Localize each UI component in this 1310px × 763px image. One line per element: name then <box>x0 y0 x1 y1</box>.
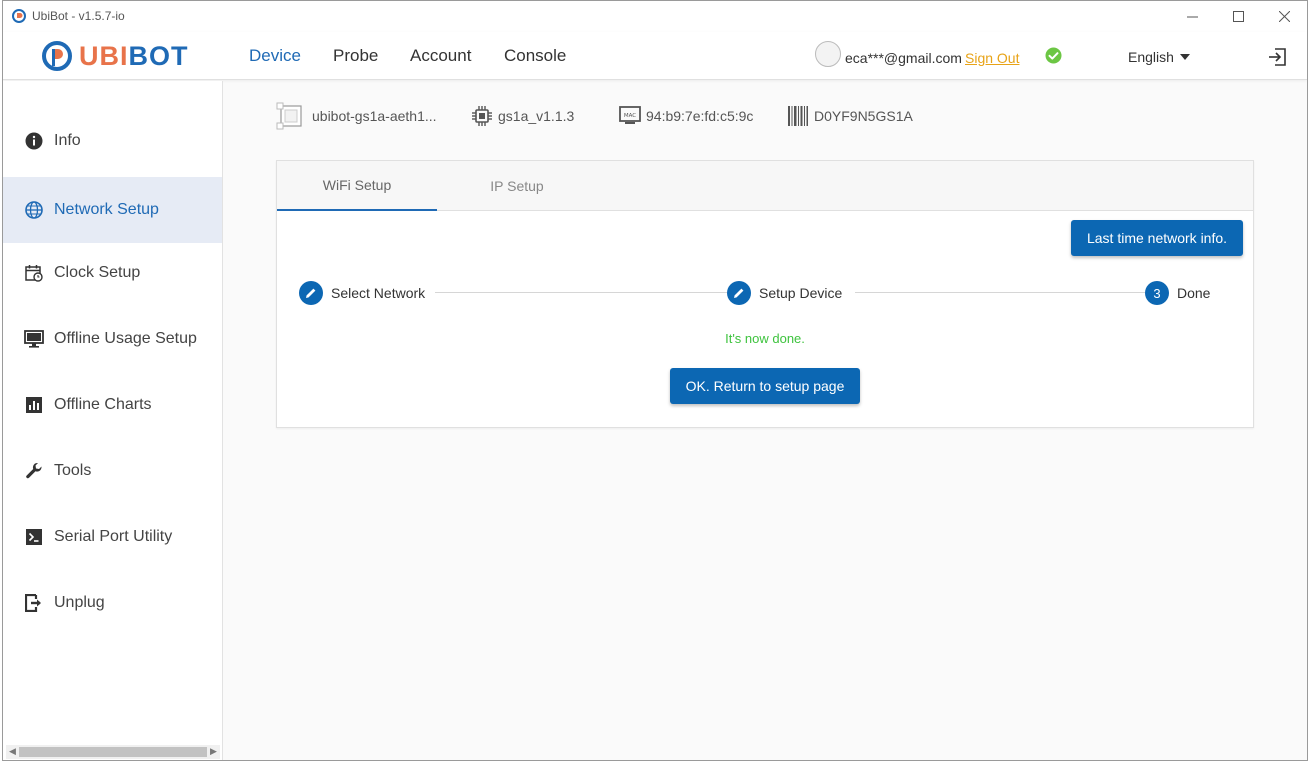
last-network-info-button[interactable]: Last time network info. <box>1071 220 1243 256</box>
sidebar-item-offline-charts[interactable]: Offline Charts <box>3 372 222 438</box>
sidebar-item-label: Offline Charts <box>54 396 152 413</box>
app-window: UbiBot - v1.5.7-io UBIBOT Device Probe A… <box>2 0 1308 761</box>
scroll-right-arrow-icon[interactable]: ▶ <box>210 746 217 757</box>
network-setup-card: WiFi Setup IP Setup Last time network in… <box>276 160 1254 428</box>
caret-down-icon <box>1179 54 1190 60</box>
device-name: ubibot-gs1a-aeth1... <box>312 108 437 124</box>
sidebar-item-tools[interactable]: Tools <box>3 438 222 504</box>
sidebar: Info Network Setup Clock Setup Offline U… <box>3 81 223 760</box>
minimize-button[interactable] <box>1172 5 1212 27</box>
scroll-left-arrow-icon[interactable]: ◀ <box>9 746 16 757</box>
serial-number: D0YF9N5GS1A <box>814 108 913 124</box>
language-select[interactable]: English <box>1128 49 1190 65</box>
maximize-icon <box>1232 10 1244 22</box>
close-button[interactable] <box>1264 5 1304 27</box>
ubibot-logo[interactable]: UBIBOT <box>41 38 189 74</box>
pencil-icon <box>727 281 751 305</box>
globe-icon <box>24 200 44 220</box>
user-email: eca***@gmail.com <box>845 50 962 66</box>
done-message: It's now done. <box>725 331 805 346</box>
device-name-field: ubibot-gs1a-aeth1... <box>275 98 437 134</box>
device-sensor-icon <box>276 102 302 130</box>
setup-stepper: Select Network Setup Device 3 Done <box>299 279 1219 307</box>
info-icon <box>24 131 44 151</box>
sidebar-item-label: Network Setup <box>54 201 159 218</box>
sidebar-item-info[interactable]: Info <box>3 108 222 174</box>
user-avatar[interactable] <box>815 41 841 67</box>
setup-tabs: WiFi Setup IP Setup <box>277 161 1253 211</box>
sidebar-item-label: Unplug <box>54 594 105 611</box>
nav-probe[interactable]: Probe <box>333 46 378 66</box>
connected-check-icon <box>1045 47 1062 64</box>
ubibot-logo-icon <box>42 41 72 71</box>
scrollbar-thumb[interactable] <box>19 747 207 757</box>
step-connector <box>855 292 1145 293</box>
barcode-icon <box>788 106 808 126</box>
mac-field: MAC 94:b9:7e:fd:c5:9c <box>619 98 753 134</box>
device-info-strip: ubibot-gs1a-aeth1... gs1a_v1.1.3 MAC 94:… <box>275 98 975 134</box>
step-label: Setup Device <box>759 285 843 301</box>
unplug-icon <box>24 593 44 613</box>
minimize-icon <box>1186 16 1198 17</box>
maximize-button[interactable] <box>1218 5 1258 27</box>
mac-address-icon: MAC <box>619 106 641 124</box>
step-select-network: Select Network <box>299 279 425 307</box>
pencil-icon <box>299 281 323 305</box>
sidebar-item-unplug[interactable]: Unplug <box>3 570 222 636</box>
sidebar-item-label: Serial Port Utility <box>54 528 173 545</box>
sidebar-item-label: Offline Usage Setup <box>54 330 197 347</box>
sidebar-item-clock-setup[interactable]: Clock Setup <box>3 240 222 306</box>
wrench-icon <box>24 461 44 481</box>
return-to-setup-button[interactable]: OK. Return to setup page <box>670 368 860 404</box>
firmware-version: gs1a_v1.1.3 <box>498 108 575 124</box>
mac-badge: MAC <box>624 113 636 119</box>
sidebar-item-label: Info <box>54 132 81 149</box>
close-icon <box>1278 10 1290 22</box>
terminal-icon <box>24 527 44 547</box>
language-label: English <box>1128 49 1174 65</box>
logo-wordmark-ubi: UBI <box>79 40 129 71</box>
sidebar-item-offline-usage-setup[interactable]: Offline Usage Setup <box>3 306 222 372</box>
firmware-field: gs1a_v1.1.3 <box>471 98 574 134</box>
tab-ip-setup[interactable]: IP Setup <box>437 161 597 211</box>
app-logo-icon <box>12 9 26 23</box>
exit-icon[interactable] <box>1266 46 1288 68</box>
sidebar-item-network-setup[interactable]: Network Setup <box>3 177 222 243</box>
step-number: 3 <box>1145 281 1169 305</box>
monitor-icon <box>24 329 44 349</box>
logo-wordmark-bot: BOT <box>128 40 189 71</box>
bar-chart-icon <box>24 395 44 415</box>
sidebar-item-label: Clock Setup <box>54 264 141 281</box>
sidebar-item-label: Tools <box>54 462 92 479</box>
nav-console[interactable]: Console <box>504 46 566 66</box>
mac-address: 94:b9:7e:fd:c5:9c <box>646 108 754 124</box>
step-label: Done <box>1177 285 1211 301</box>
nav-device[interactable]: Device <box>249 46 301 66</box>
horizontal-scrollbar[interactable]: ◀ ▶ <box>6 745 220 759</box>
step-label: Select Network <box>331 285 426 301</box>
step-done: 3 Done <box>1145 279 1210 307</box>
sidebar-item-serial-port-utility[interactable]: Serial Port Utility <box>3 504 222 570</box>
step-connector <box>435 292 727 293</box>
title-bar: UbiBot - v1.5.7-io <box>3 1 1307 32</box>
sign-out-link[interactable]: Sign Out <box>965 50 1019 66</box>
nav-account[interactable]: Account <box>410 46 471 66</box>
chip-icon <box>472 106 492 126</box>
step-setup-device: Setup Device <box>727 279 842 307</box>
window-title: UbiBot - v1.5.7-io <box>32 9 125 23</box>
app-header: UBIBOT Device Probe Account Console eca*… <box>3 32 1307 80</box>
tab-wifi-setup[interactable]: WiFi Setup <box>277 161 437 211</box>
logo-wordmark: UBIBOT <box>79 41 189 72</box>
calendar-clock-icon <box>24 263 44 283</box>
serial-field: D0YF9N5GS1A <box>787 98 913 134</box>
